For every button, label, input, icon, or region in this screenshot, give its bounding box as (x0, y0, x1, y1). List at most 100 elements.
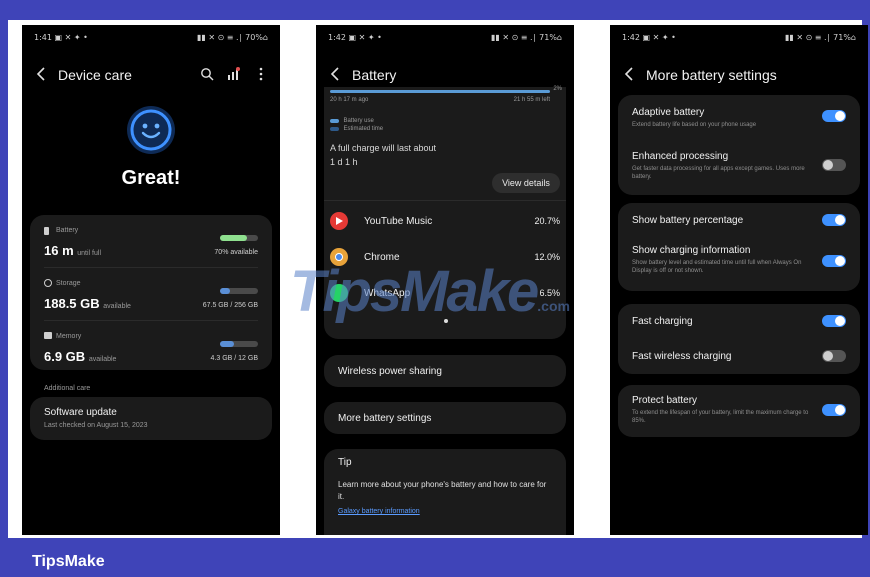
more-battery-settings-row[interactable]: More battery settings (324, 402, 566, 434)
adaptive-battery-subtitle: Extend battery life based on your phone … (632, 122, 757, 128)
graph-left-label: 20 h 17 m ago (330, 97, 369, 103)
adaptive-battery-toggle[interactable] (822, 110, 846, 122)
view-details-button[interactable]: View details (492, 173, 560, 193)
status-left-icons: ▣ ✕ ✦ • (54, 33, 88, 42)
page-title: Device care (58, 67, 132, 83)
storage-level-fill (220, 288, 230, 294)
device-status-word: Great! (121, 167, 181, 189)
status-time: 1:42 ▣ ✕ ✦ • (622, 33, 676, 42)
storage-used: 67.5 GB / 256 GB (202, 302, 258, 309)
wireless-power-sharing-row[interactable]: Wireless power sharing (324, 355, 566, 387)
toggle-knob (835, 316, 845, 326)
device-stats-card: Battery 16 m until full 70% available St… (30, 215, 272, 370)
memory-row[interactable]: Memory 6.9 GB available 4.3 GB / 12 GB (30, 321, 272, 370)
status-right: ▮▮ ✕ ⊙ ≡ .∣ 70%⌂ (196, 33, 268, 42)
fast-wireless-charging-row[interactable]: Fast wireless charging (618, 339, 860, 374)
protect-battery-toggle[interactable] (822, 404, 846, 416)
settings-group-charging: Fast charging Fast wireless charging (618, 304, 860, 374)
show-battery-percentage-toggle[interactable] (822, 214, 846, 226)
enhanced-processing-toggle[interactable] (822, 159, 846, 171)
status-time: 1:41 ▣ ✕ ✦ • (34, 33, 88, 42)
status-time-text: 1:41 (34, 33, 52, 42)
search-icon[interactable] (200, 67, 214, 81)
memory-unit: available (88, 356, 117, 363)
memory-label: Memory (56, 333, 82, 340)
full-charge-value: 1 d 1 h (330, 157, 358, 167)
youtube-music-app-icon (330, 212, 348, 230)
battery-row[interactable]: Battery 16 m until full 70% available (30, 215, 272, 267)
fast-charging-row[interactable]: Fast charging (618, 304, 860, 339)
show-battery-percentage-row[interactable]: Show battery percentage (618, 203, 860, 237)
storage-value-text: 188.5 GB (44, 296, 100, 311)
phone-more-battery-settings: 1:42 ▣ ✕ ✦ • ▮▮ ✕ ⊙ ≡ .∣ 71%⌂ More batte… (610, 25, 868, 535)
watermark-suffix: .com (537, 298, 570, 314)
back-arrow-icon[interactable] (624, 66, 634, 82)
battery-unit: until full (77, 250, 101, 257)
memory-used: 4.3 GB / 12 GB (210, 355, 258, 362)
graph-right-label: 21 h 55 m left (513, 97, 550, 103)
toggle-knob (823, 351, 833, 361)
graph-pct-label: 2% (553, 86, 562, 92)
show-charging-info-subtitle: Show battery level and estimated time un… (632, 260, 802, 274)
memory-level-fill (220, 341, 234, 347)
memory-value: 6.9 GB available (44, 349, 116, 364)
watermark-logo: TipsMake.com (290, 258, 570, 325)
storage-label: Storage (56, 280, 81, 287)
battery-value-text: 16 m (44, 243, 74, 258)
adaptive-battery-row[interactable]: Adaptive battery Extend battery life bas… (618, 95, 860, 141)
chart-icon[interactable] (226, 67, 240, 81)
watermark-text: TipsMake (290, 259, 539, 324)
phone-device-care: 1:41 ▣ ✕ ✦ • ▮▮ ✕ ⊙ ≡ .∣ 70%⌂ Device car… (22, 25, 280, 535)
legend-swatch (330, 126, 339, 131)
legend-label: Estimated time (343, 125, 384, 132)
protect-battery-row[interactable]: Protect battery To extend the lifespan o… (618, 385, 860, 437)
app-name: YouTube Music (364, 216, 433, 227)
status-bar: 1:41 ▣ ✕ ✦ • ▮▮ ✕ ⊙ ≡ .∣ 70%⌂ (34, 33, 268, 45)
wireless-power-sharing-label: Wireless power sharing (338, 366, 442, 377)
battery-level-bar (220, 235, 258, 241)
memory-value-text: 6.9 GB (44, 349, 86, 364)
page-title: More battery settings (646, 67, 777, 83)
software-update-subtitle: Last checked on August 15, 2023 (44, 422, 148, 429)
brand-label: TipsMake (32, 553, 105, 570)
page-title: Battery (352, 67, 397, 83)
top-frame-strip (0, 0, 870, 20)
status-bar: 1:42 ▣ ✕ ✦ • ▮▮ ✕ ⊙ ≡ .∣ 71%⌂ (328, 33, 562, 45)
fast-wireless-charging-toggle[interactable] (822, 350, 846, 362)
tip-title: Tip (338, 457, 352, 468)
battery-level-fill (220, 235, 247, 241)
app-bar: Battery (330, 65, 560, 87)
protect-battery-title: Protect battery (632, 395, 698, 406)
show-charging-info-toggle[interactable] (822, 255, 846, 267)
app-percent: 20.7% (534, 216, 560, 226)
back-arrow-icon[interactable] (330, 66, 340, 82)
enhanced-processing-row[interactable]: Enhanced processing Get faster data proc… (618, 141, 860, 195)
status-left-icons: ▣ ✕ ✦ • (642, 33, 676, 42)
battery-value: 16 m until full (44, 243, 101, 258)
storage-level-bar (220, 288, 258, 294)
fast-charging-toggle[interactable] (822, 315, 846, 327)
status-bar: 1:42 ▣ ✕ ✦ • ▮▮ ✕ ⊙ ≡ .∣ 71%⌂ (622, 33, 856, 45)
smiley-status-icon (127, 106, 175, 154)
galaxy-battery-info-link[interactable]: Galaxy battery information (338, 508, 420, 515)
back-arrow-icon[interactable] (36, 66, 46, 82)
storage-unit: available (103, 303, 131, 310)
protect-battery-subtitle: To extend the lifespan of your battery, … (632, 410, 809, 424)
fast-charging-title: Fast charging (632, 316, 693, 327)
enhanced-processing-title: Enhanced processing (632, 151, 729, 162)
battery-available: 70% available (214, 249, 258, 256)
storage-row[interactable]: Storage 188.5 GB available 67.5 GB / 256… (30, 268, 272, 320)
memory-icon (44, 332, 52, 339)
show-charging-info-row[interactable]: Show charging information Show battery l… (618, 237, 860, 291)
software-update-card[interactable]: Software update Last checked on August 1… (30, 397, 272, 440)
status-time: 1:42 ▣ ✕ ✦ • (328, 33, 382, 42)
more-options-icon[interactable] (258, 67, 264, 81)
adaptive-battery-title: Adaptive battery (632, 107, 705, 118)
tip-section: Tip Learn more about your phone's batter… (324, 449, 566, 535)
toggle-knob (835, 405, 845, 415)
play-icon (336, 217, 343, 225)
battery-icon (44, 227, 49, 235)
toggle-knob (823, 160, 833, 170)
app-usage-row[interactable]: YouTube Music 20.7% (324, 208, 566, 236)
show-battery-percentage-title: Show battery percentage (632, 215, 744, 226)
